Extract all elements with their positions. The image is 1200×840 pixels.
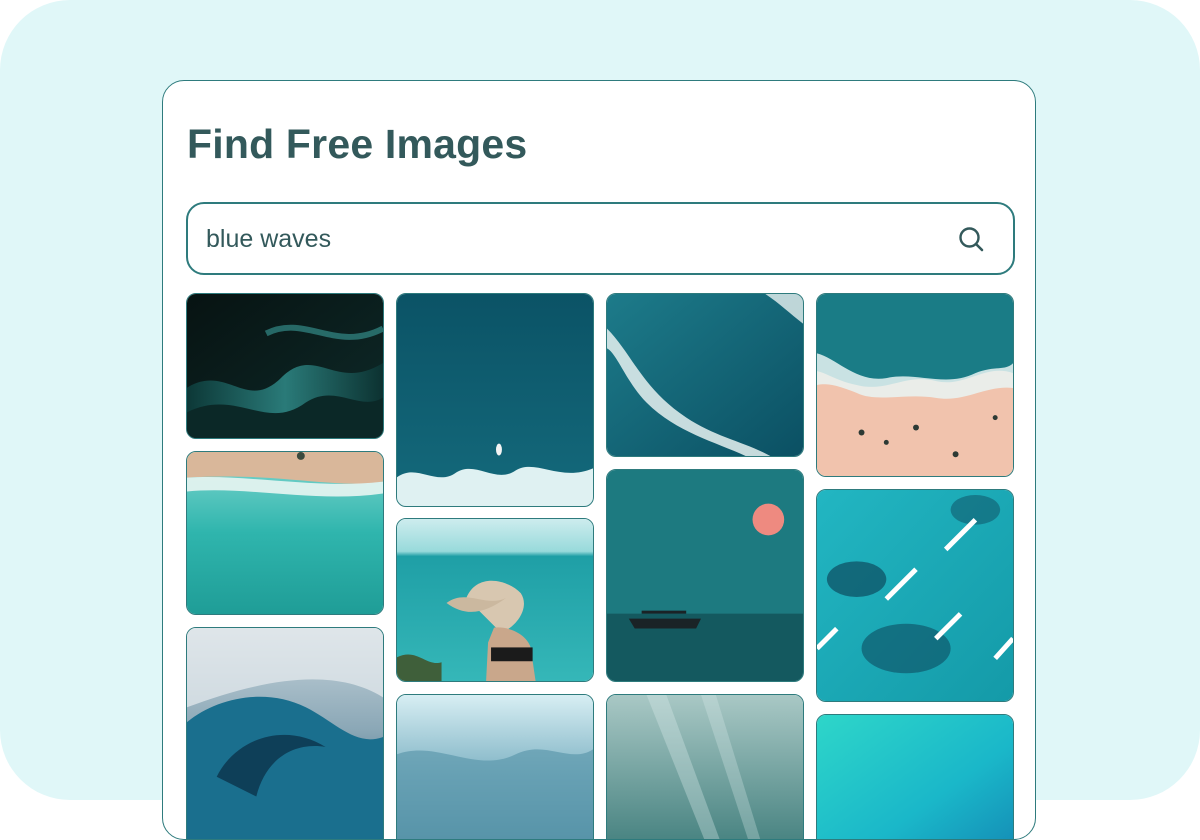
image-boats-reef-aerial[interactable] [816,489,1014,702]
image-crashing-wave-spray[interactable] [186,627,384,839]
image-results-grid [163,81,1035,839]
image-dark-abstract-waves[interactable] [186,293,384,439]
image-turquoise-beach-aerial[interactable] [186,451,384,615]
image-woman-hair-blowing-sea[interactable] [396,518,594,682]
image-aerial-breaking-waves[interactable] [606,293,804,457]
image-beach-aerial-people[interactable] [816,293,1014,477]
image-ocean-aerial-surfer[interactable] [396,293,594,507]
image-bright-turquoise-water[interactable] [816,714,1014,839]
image-sunset-boat-sea[interactable] [606,469,804,682]
image-misty-water[interactable] [396,694,594,839]
image-underwater-light-rays[interactable] [606,694,804,839]
image-search-panel: Find Free Images [162,80,1036,840]
